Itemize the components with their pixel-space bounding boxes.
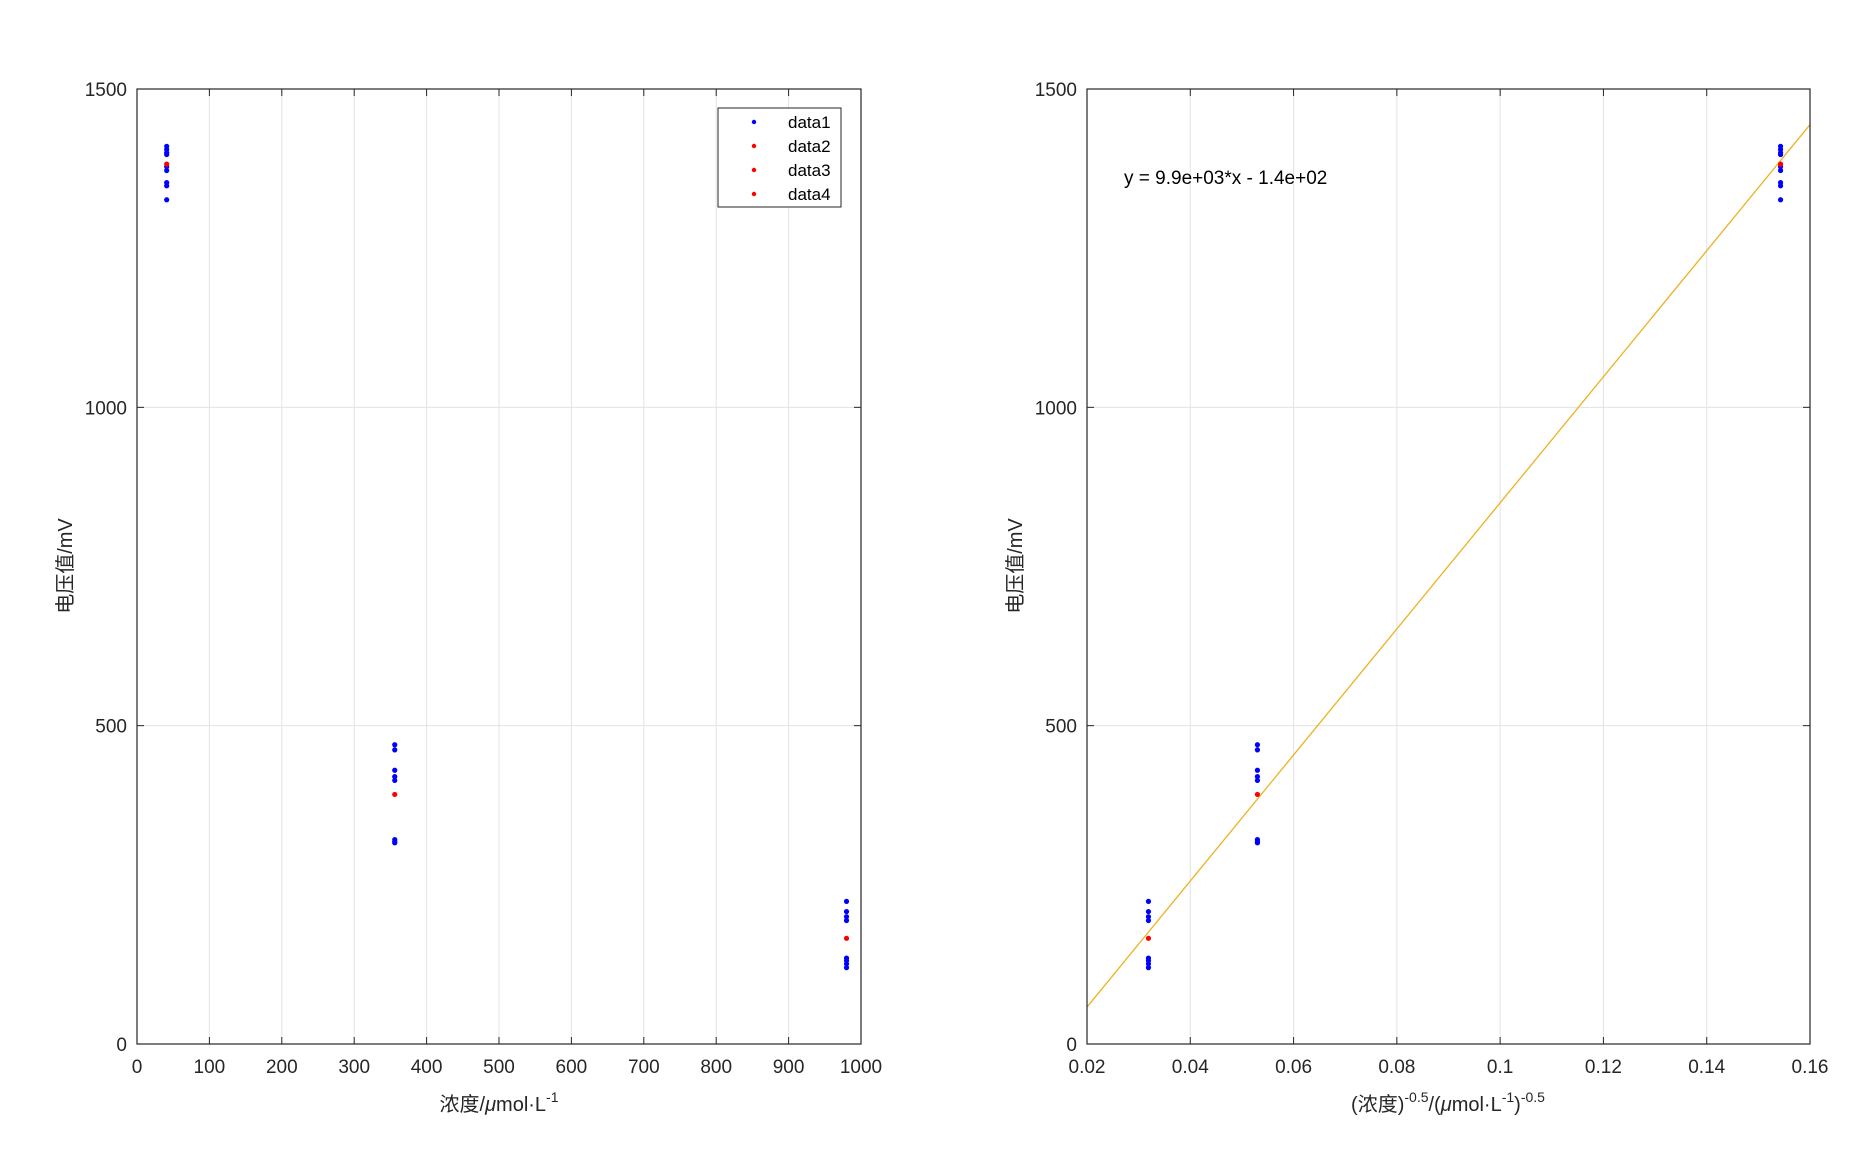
legend-label-data1: data1 [788,113,831,132]
right-point-data1 [1145,965,1152,971]
legend-label-data4: data4 [788,185,831,204]
left-x-tick-label: 500 [483,1057,515,1078]
legend-marker-data3 [751,167,757,173]
right-point-data4 [1145,935,1152,941]
right-point-data1 [1777,151,1784,158]
left-x-tick-label: 900 [773,1057,805,1078]
left-x-tick-label: 200 [266,1057,298,1078]
right-y-tick-label: 500 [1045,717,1077,738]
right-x-tick-label: 0.02 [1069,1057,1106,1078]
left-point-data2 [164,161,170,167]
legend-marker-data1 [751,119,757,125]
right-y-tick-label: 0 [1066,1035,1077,1056]
left-point-data1 [392,747,398,753]
left-x-tick-label: 100 [194,1057,226,1078]
right-point-data1 [1254,742,1261,748]
left-y-tick-label: 0 [116,1035,127,1056]
left-point-data1 [843,898,850,904]
right-y-tick-label: 1000 [1035,398,1077,419]
legend-marker-data4 [751,191,757,197]
right-point-data3 [1254,791,1261,798]
right-x-tick-label: 0.1 [1487,1057,1513,1078]
right-point-data1 [1145,908,1152,915]
left-point-data1 [164,197,170,203]
left-point-data1 [843,908,850,915]
left-y-tick-label: 1500 [85,80,127,101]
left-point-data1 [392,840,398,846]
left-point-data4 [843,935,850,941]
right-point-data1 [1145,917,1152,924]
left-y-tick-label: 500 [95,717,127,738]
left-y-tick-label: 1000 [85,398,127,419]
legend-marker-data2 [751,143,757,149]
right-x-tick-label: 0.16 [1792,1057,1829,1078]
right-x-tick-label: 0.14 [1688,1057,1725,1078]
left-x-tick-label: 400 [411,1057,443,1078]
right-x-tick-label: 0.08 [1378,1057,1415,1078]
right-point-data2 [1777,161,1784,167]
left-point-data3 [392,791,398,798]
right-y-axis-label: 电压值/mV [1004,518,1027,614]
left-x-tick-label: 700 [628,1057,660,1078]
right-x-axis-label: (浓度)-0.5/(μmol·L-1)-0.5 [1351,1089,1545,1116]
left-x-tick-label: 800 [700,1057,732,1078]
right-point-data1 [1145,898,1152,904]
right-point-data1 [1777,183,1784,189]
right-point-data1 [1254,747,1261,753]
left-x-tick-label: 1000 [840,1057,882,1078]
legend-label-data2: data2 [788,137,831,156]
left-x-tick-label: 300 [338,1057,370,1078]
right-point-data1 [1777,197,1784,203]
left-point-data1 [392,742,398,748]
left-plot: 0 100 200 300 400 500 600 700 800 900 1000 0 500 100… [54,80,882,1116]
figure: 0 100 200 300 400 500 600 700 800 900 1000 0 500 100… [0,0,1862,1164]
right-x-tick-label: 0.06 [1275,1057,1312,1078]
right-point-data1 [1254,777,1261,784]
left-point-data1 [392,767,398,773]
fit-equation-annotation: y = 9.9e+03*x - 1.4e+02 [1124,168,1327,189]
right-plot: 0.02 0.04 0.06 0.08 0.1 0.12 0.14 0.16 0 500 1000… [1004,80,1828,1116]
left-point-data1 [843,965,850,971]
right-y-tick-label: 1500 [1035,80,1077,101]
right-point-data1 [1777,167,1784,174]
left-point-data1 [164,151,170,158]
left-x-axis-label: 浓度/μmol·L-1 [440,1089,559,1116]
left-x-tick-label: 0 [132,1057,143,1078]
left-point-data1 [392,777,398,784]
right-point-data1 [1254,840,1261,846]
right-x-tick-label: 0.04 [1172,1057,1209,1078]
right-x-tick-label: 0.12 [1585,1057,1622,1078]
left-x-tick-label: 600 [556,1057,588,1078]
legend-label-data3: data3 [788,161,831,180]
legend: data1 data2 data3 data4 [717,107,842,208]
left-point-data1 [164,167,170,174]
left-point-data1 [843,917,850,924]
left-y-axis-label: 电压值/mV [54,518,77,614]
left-point-data1 [164,183,170,189]
right-point-data1 [1254,767,1261,773]
